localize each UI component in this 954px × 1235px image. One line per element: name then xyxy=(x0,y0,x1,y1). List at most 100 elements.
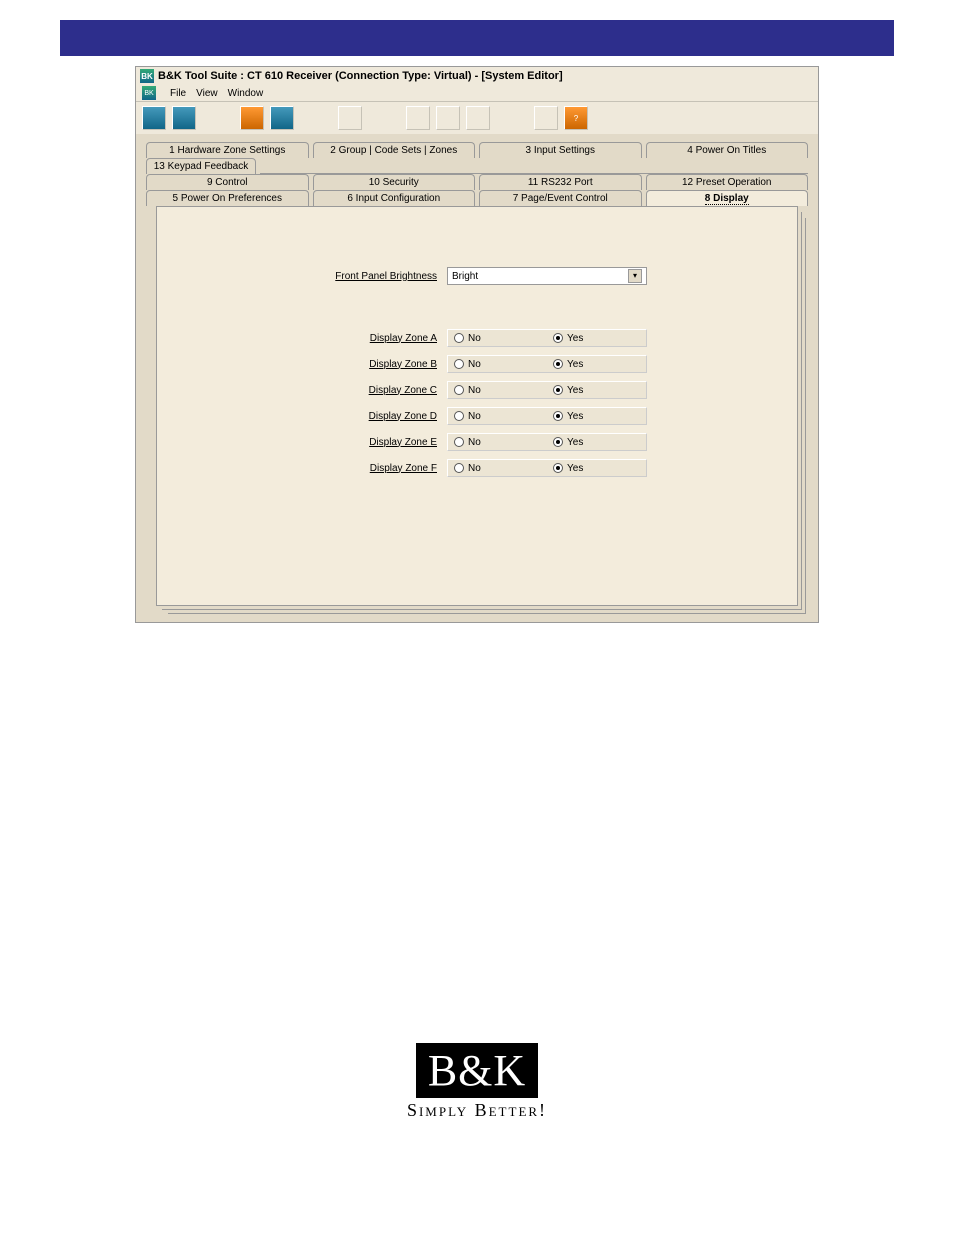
tab-hardware-zone[interactable]: 1 Hardware Zone Settings xyxy=(146,142,309,158)
tab-preset-operation[interactable]: 12 Preset Operation xyxy=(646,174,809,190)
radio-icon xyxy=(454,333,464,343)
window-title: B&K Tool Suite : CT 610 Receiver (Connec… xyxy=(158,70,563,82)
toolbar-btn-1[interactable] xyxy=(142,106,166,130)
zone-radio-no[interactable]: No xyxy=(448,359,547,370)
zone-radio-no[interactable]: No xyxy=(448,333,547,344)
radio-no-label: No xyxy=(468,359,481,370)
radio-yes-label: Yes xyxy=(567,333,583,344)
radio-yes-label: Yes xyxy=(567,411,583,422)
zone-label: Display Zone B xyxy=(187,359,447,370)
brightness-row: Front Panel Brightness Bright ▾ xyxy=(187,267,767,285)
zone-radio-no[interactable]: No xyxy=(448,385,547,396)
titlebar: BK B&K Tool Suite : CT 610 Receiver (Con… xyxy=(136,67,818,85)
radio-icon xyxy=(553,385,563,395)
zone-radio-yes[interactable]: Yes xyxy=(547,333,646,344)
tabs-area: 1 Hardware Zone Settings 2 Group | Code … xyxy=(136,134,818,622)
menu-window[interactable]: Window xyxy=(228,88,264,99)
tab-input-config[interactable]: 6 Input Configuration xyxy=(313,190,476,206)
doc-icon: BK xyxy=(142,86,156,100)
zone-radio-yes[interactable]: Yes xyxy=(547,385,646,396)
tab-display-label: 8 Display xyxy=(705,193,749,205)
zone-radio-yes[interactable]: Yes xyxy=(547,463,646,474)
tab-page-event[interactable]: 7 Page/Event Control xyxy=(479,190,642,206)
tab-group-code-sets[interactable]: 2 Group | Code Sets | Zones xyxy=(313,142,476,158)
zone-label: Display Zone F xyxy=(187,463,447,474)
radio-no-label: No xyxy=(468,333,481,344)
brightness-label: Front Panel Brightness xyxy=(187,271,447,282)
brightness-value: Bright xyxy=(452,271,478,282)
toolbar-btn-7[interactable] xyxy=(436,106,460,130)
radio-icon xyxy=(454,463,464,473)
toolbar-btn-3[interactable] xyxy=(240,106,264,130)
zone-radio-group: No Yes xyxy=(447,329,647,347)
tab-rs232[interactable]: 11 RS232 Port xyxy=(479,174,642,190)
radio-icon xyxy=(553,437,563,447)
toolbar-btn-5[interactable] xyxy=(338,106,362,130)
zone-radio-group: No Yes xyxy=(447,355,647,373)
zone-row: Display Zone B No Yes xyxy=(187,355,767,373)
tab-display[interactable]: 8 Display xyxy=(646,190,809,206)
zone-radio-no[interactable]: No xyxy=(448,411,547,422)
logo-tagline: Simply Better! xyxy=(0,1100,954,1121)
radio-no-label: No xyxy=(468,411,481,422)
radio-icon xyxy=(454,437,464,447)
zone-row: Display Zone F No Yes xyxy=(187,459,767,477)
tab-security[interactable]: 10 Security xyxy=(313,174,476,190)
radio-icon xyxy=(454,411,464,421)
zone-radio-group: No Yes xyxy=(447,407,647,425)
radio-icon xyxy=(454,359,464,369)
app-icon: BK xyxy=(140,69,154,83)
radio-no-label: No xyxy=(468,385,481,396)
zone-radio-group: No Yes xyxy=(447,381,647,399)
toolbar-btn-6[interactable] xyxy=(406,106,430,130)
toolbar-btn-4[interactable] xyxy=(270,106,294,130)
zone-label: Display Zone E xyxy=(187,437,447,448)
tab-control[interactable]: 9 Control xyxy=(146,174,309,190)
zone-label: Display Zone D xyxy=(187,411,447,422)
display-panel: Front Panel Brightness Bright ▾ Display … xyxy=(156,206,798,606)
radio-yes-label: Yes xyxy=(567,385,583,396)
footer-logo: B&K Simply Better! xyxy=(0,1043,954,1121)
zone-label: Display Zone A xyxy=(187,333,447,344)
zone-radio-no[interactable]: No xyxy=(448,437,547,448)
tab-power-on-prefs[interactable]: 5 Power On Preferences xyxy=(146,190,309,206)
zone-row: Display Zone E No Yes xyxy=(187,433,767,451)
menu-file[interactable]: File xyxy=(170,88,186,99)
toolbar: ? xyxy=(136,101,818,134)
radio-icon xyxy=(553,463,563,473)
tab-keypad-feedback[interactable]: 13 Keypad Feedback xyxy=(146,158,256,174)
menubar: BK File View Window xyxy=(136,85,818,101)
zone-label: Display Zone C xyxy=(187,385,447,396)
radio-yes-label: Yes xyxy=(567,463,583,474)
tab-input-settings[interactable]: 3 Input Settings xyxy=(479,142,642,158)
zone-radio-yes[interactable]: Yes xyxy=(547,411,646,422)
radio-icon xyxy=(553,359,563,369)
toolbar-help-icon[interactable]: ? xyxy=(564,106,588,130)
logo-name: B&K xyxy=(416,1043,538,1098)
chevron-down-icon[interactable]: ▾ xyxy=(628,269,642,283)
radio-no-label: No xyxy=(468,437,481,448)
toolbar-btn-2[interactable] xyxy=(172,106,196,130)
toolbar-btn-9[interactable] xyxy=(534,106,558,130)
radio-icon xyxy=(454,385,464,395)
menu-view[interactable]: View xyxy=(196,88,218,99)
toolbar-btn-8[interactable] xyxy=(466,106,490,130)
zone-radio-yes[interactable]: Yes xyxy=(547,359,646,370)
app-window: BK B&K Tool Suite : CT 610 Receiver (Con… xyxy=(135,66,819,623)
zone-radio-group: No Yes xyxy=(447,459,647,477)
zone-row: Display Zone C No Yes xyxy=(187,381,767,399)
tab-power-on-titles[interactable]: 4 Power On Titles xyxy=(646,142,809,158)
zone-radio-no[interactable]: No xyxy=(448,463,547,474)
zones-block: Display Zone ANoYesDisplay Zone BNoYesDi… xyxy=(187,329,767,477)
page-header-bar xyxy=(60,20,894,56)
zone-radio-yes[interactable]: Yes xyxy=(547,437,646,448)
radio-yes-label: Yes xyxy=(567,437,583,448)
radio-icon xyxy=(553,333,563,343)
zone-row: Display Zone D No Yes xyxy=(187,407,767,425)
brightness-select[interactable]: Bright ▾ xyxy=(447,267,647,285)
radio-no-label: No xyxy=(468,463,481,474)
radio-icon xyxy=(553,411,563,421)
zone-radio-group: No Yes xyxy=(447,433,647,451)
zone-row: Display Zone A No Yes xyxy=(187,329,767,347)
radio-yes-label: Yes xyxy=(567,359,583,370)
